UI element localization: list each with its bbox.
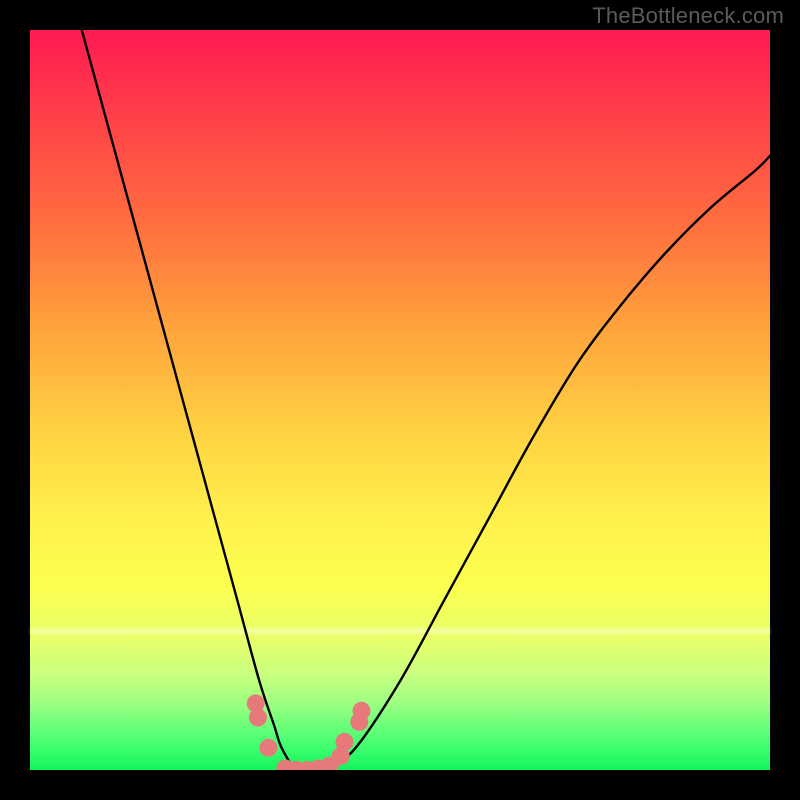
watermark-text: TheBottleneck.com (592, 3, 784, 29)
marker-group (247, 694, 371, 770)
data-marker (259, 739, 277, 757)
data-marker (249, 709, 267, 727)
outer-frame: TheBottleneck.com (0, 0, 800, 800)
plot-area (30, 30, 770, 770)
bottleneck-curve (82, 30, 770, 770)
chart-svg (30, 30, 770, 770)
data-marker (353, 702, 371, 720)
data-marker (336, 733, 354, 751)
